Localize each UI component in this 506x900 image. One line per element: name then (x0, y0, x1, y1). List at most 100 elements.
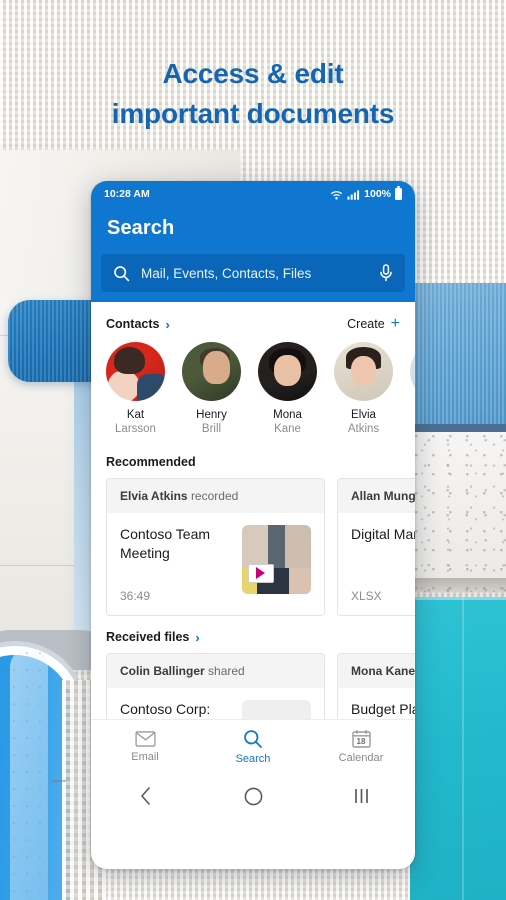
contacts-list[interactable]: Kat Larsson Henry Brill Mona Kane Elvia … (91, 340, 415, 437)
calendar-icon: 18 (351, 730, 371, 748)
recommended-card[interactable]: Elvia Atkins recorded Contoso Team Meeti… (106, 477, 325, 616)
card-subtitle: Elvia Atkins recorded (107, 478, 324, 513)
contact-name: Mona Kane (258, 408, 317, 437)
card-title: Contoso Team Meeting (120, 525, 211, 562)
battery-full-icon (395, 186, 402, 200)
background-seam (52, 780, 66, 782)
search-icon (114, 265, 130, 281)
calendar-day-number: 18 (356, 737, 366, 746)
card-subtitle: Colin Ballinger shared (107, 653, 324, 688)
card-author: Elvia Atkins (120, 488, 188, 503)
card-meta: XLSX (351, 588, 382, 603)
background-frosted-capsule (10, 648, 48, 900)
received-files-title: Received files (106, 630, 190, 645)
contact-item[interactable]: Kat Larsson (106, 342, 165, 437)
tab-email[interactable]: Email (91, 720, 199, 774)
bottom-navigation[interactable]: Email Search 18 Calendar (91, 719, 415, 818)
status-bar: 10:28 AM 100% (91, 181, 415, 207)
play-icon[interactable] (247, 563, 274, 583)
card-subtitle: Allan Munga (338, 478, 415, 513)
contact-name: Kat Larsson (106, 408, 165, 437)
contact-last-name: Atkins (347, 423, 380, 436)
microphone-icon[interactable] (379, 264, 393, 282)
card-author: Colin Ballinger (120, 663, 205, 678)
tab-label: Email (131, 751, 159, 763)
avatar (258, 342, 317, 401)
card-subtitle: Mona Kane s (338, 653, 415, 688)
background-teal-highlight (410, 597, 506, 600)
create-contact-button[interactable]: Create + (347, 316, 400, 332)
contact-first-name: Elvia (351, 409, 376, 421)
contact-item[interactable]: Henry Brill (182, 342, 241, 437)
avatar (182, 342, 241, 401)
contacts-title: Contacts (106, 317, 160, 331)
contact-last-name: Brill (201, 423, 222, 436)
contact-first-name: Kat (126, 409, 145, 421)
recommended-list[interactable]: Elvia Atkins recorded Contoso Team Meeti… (91, 477, 415, 616)
promo-screenshot: Access & edit important documents 10:28 … (0, 0, 506, 900)
avatar (334, 342, 393, 401)
search-placeholder: Mail, Events, Contacts, Files (141, 265, 312, 281)
wifi-icon (330, 190, 343, 200)
cellular-signal-icon (347, 189, 360, 200)
background-blue-tile-edge (410, 424, 506, 432)
card-body: Contoso Team Meeting 36:49 (107, 513, 324, 615)
contact-first-name: Mona (273, 409, 302, 421)
card-texts: Contoso Team Meeting 36:49 (120, 525, 232, 603)
card-texts: Digital Marketing Plan XLSX (351, 525, 415, 603)
card-meta: 36:49 (120, 588, 151, 603)
background-panel-shadow (414, 578, 506, 598)
headline-line-1: Access & edit (162, 58, 344, 89)
headline-line-2: important documents (111, 97, 395, 129)
contact-last-name: Kane (274, 423, 301, 436)
card-author: Mona Kane (351, 663, 415, 678)
contact-name: Elvia Atkins (334, 408, 393, 437)
page-title: Search (107, 217, 175, 239)
video-thumbnail[interactable] (242, 524, 311, 594)
received-files-header: Received files › (91, 616, 415, 653)
tab-label: Calendar (338, 752, 384, 764)
background-speckled-panel (414, 432, 506, 592)
system-navigation-bar[interactable] (91, 774, 415, 818)
card-body: Digital Marketing Plan XLSX (338, 513, 415, 615)
chevron-right-icon[interactable]: › (165, 317, 169, 332)
tab-bar[interactable]: Email Search 18 Calendar (91, 720, 415, 774)
background-teal-tile (410, 597, 506, 900)
avatar (106, 342, 165, 401)
card-title: Budget Plan Quarter (351, 700, 415, 717)
background-teal-seam (462, 597, 464, 900)
contact-item[interactable]: Elvia Atkins (334, 342, 393, 437)
search-bar-container: Mail, Events, Contacts, Files (91, 248, 415, 302)
app-header: Search (91, 207, 415, 248)
status-time: 10:28 AM (104, 188, 150, 200)
contact-item[interactable]: Mona Kane (258, 342, 317, 437)
envelope-icon (134, 731, 156, 747)
background-blue-tile-right (410, 283, 506, 428)
search-icon (244, 730, 262, 748)
battery-percent: 100% (364, 188, 391, 200)
recents-icon[interactable] (307, 787, 415, 805)
recommended-card[interactable]: Allan Munga Digital Marketing Plan XLSX (337, 477, 415, 616)
search-content[interactable]: Contacts › Create + Kat Larsson Henry Br… (91, 302, 415, 818)
tab-calendar[interactable]: 18 Calendar (307, 720, 415, 774)
contact-last-name: Larsson (115, 423, 156, 436)
card-title: Digital Marketing Plan (351, 525, 415, 542)
card-action: recorded (190, 488, 239, 503)
plus-icon: + (390, 315, 400, 332)
home-icon[interactable] (199, 787, 307, 806)
chevron-right-icon[interactable]: › (195, 630, 199, 645)
avatar (410, 342, 415, 401)
contact-first-name: Henry (196, 409, 227, 421)
contact-item-partial[interactable] (410, 342, 415, 437)
status-indicators: 100% (330, 186, 402, 200)
recommended-title: Recommended (106, 454, 196, 469)
contact-name: Henry Brill (182, 408, 241, 437)
create-label: Create (347, 317, 385, 331)
search-input[interactable]: Mail, Events, Contacts, Files (101, 254, 405, 292)
tab-search[interactable]: Search (199, 720, 307, 774)
back-icon[interactable] (91, 786, 199, 806)
contacts-section-header: Contacts › Create + (91, 302, 415, 340)
promo-headline: Access & edit important documents (0, 54, 506, 134)
card-action: shared (208, 663, 245, 678)
phone-mockup: 10:28 AM 100% Search Mail, Events, Conta… (91, 181, 415, 869)
